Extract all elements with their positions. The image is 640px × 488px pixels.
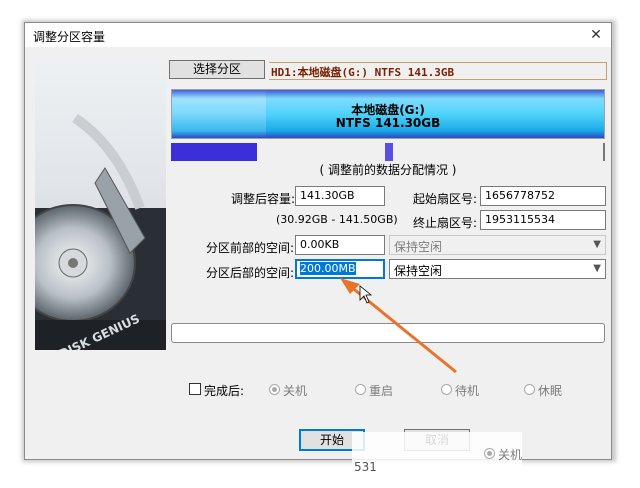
radio-restart[interactable] [355, 384, 366, 395]
radio-hibernate-label: 休眠 [538, 384, 563, 398]
radio-hibernate[interactable] [524, 384, 535, 395]
end-sector-label: 终止扇区号: [413, 216, 478, 230]
resized-capacity-input[interactable]: 141.30GB [295, 186, 385, 206]
radio-restart-label: 重启 [369, 384, 394, 398]
hard-disk-illustration: DISK GENIUS [35, 113, 166, 350]
close-icon[interactable]: ✕ [585, 25, 607, 45]
resized-capacity-label: 调整后容量: [231, 192, 296, 206]
space-before-input[interactable]: 0.00KB [295, 235, 385, 255]
partition-bar: 本地磁盘(G:) NTFS 141.30GB [171, 89, 605, 139]
capacity-range: (30.92GB - 141.50GB) [276, 213, 398, 226]
start-sector-input[interactable]: 1656778752 [480, 186, 606, 206]
disk-info-text: HD1:本地磁盘(G:) NTFS 141.3GB [271, 66, 455, 79]
disk-genius-side-image: DISK GENIUS [35, 58, 166, 350]
ghost-radio [484, 448, 495, 459]
radio-shutdown[interactable] [269, 384, 280, 395]
window-title: 调整分区容量 [33, 30, 106, 44]
end-sector-input[interactable]: 1953115534 [480, 210, 606, 230]
chevron-down-icon: ▼ [593, 263, 601, 274]
space-after-action-select[interactable]: 保持空闲 ▼ [389, 259, 606, 279]
title-bar: 调整分区容量 ✕ [25, 23, 611, 47]
data-distribution-bar [171, 143, 605, 161]
ghost-radio-label: 关机 [498, 448, 523, 462]
radio-standby-label: 待机 [455, 384, 480, 398]
space-after-input[interactable]: 200.00MB [295, 259, 385, 279]
progress-bar [171, 323, 605, 343]
space-before-action-select[interactable]: 保持空闲 ▼ [389, 235, 606, 255]
space-after-label: 分区后部的空间: [206, 266, 295, 280]
chevron-down-icon: ▼ [593, 239, 601, 250]
distribution-caption: ( 调整前的数据分配情况 ) [319, 163, 457, 177]
after-complete-checkbox[interactable] [189, 383, 201, 395]
resize-partition-dialog: 调整分区容量 ✕ DISK GENIUS 选择分区 HD1:本地磁盘(G:) N… [24, 22, 612, 460]
radio-shutdown-label: 关机 [283, 384, 308, 398]
radio-standby[interactable] [441, 384, 452, 395]
partition-bar-size: NTFS 141.30GB [335, 116, 441, 130]
select-partition-button[interactable]: 选择分区 [169, 60, 265, 79]
space-before-label: 分区前部的空间: [206, 241, 295, 255]
ghost-overlay: 531 关机 [352, 432, 522, 488]
ghost-text: 531 [354, 460, 377, 474]
start-sector-label: 起始扇区号: [413, 192, 478, 206]
after-complete-label: 完成后: [204, 384, 245, 398]
